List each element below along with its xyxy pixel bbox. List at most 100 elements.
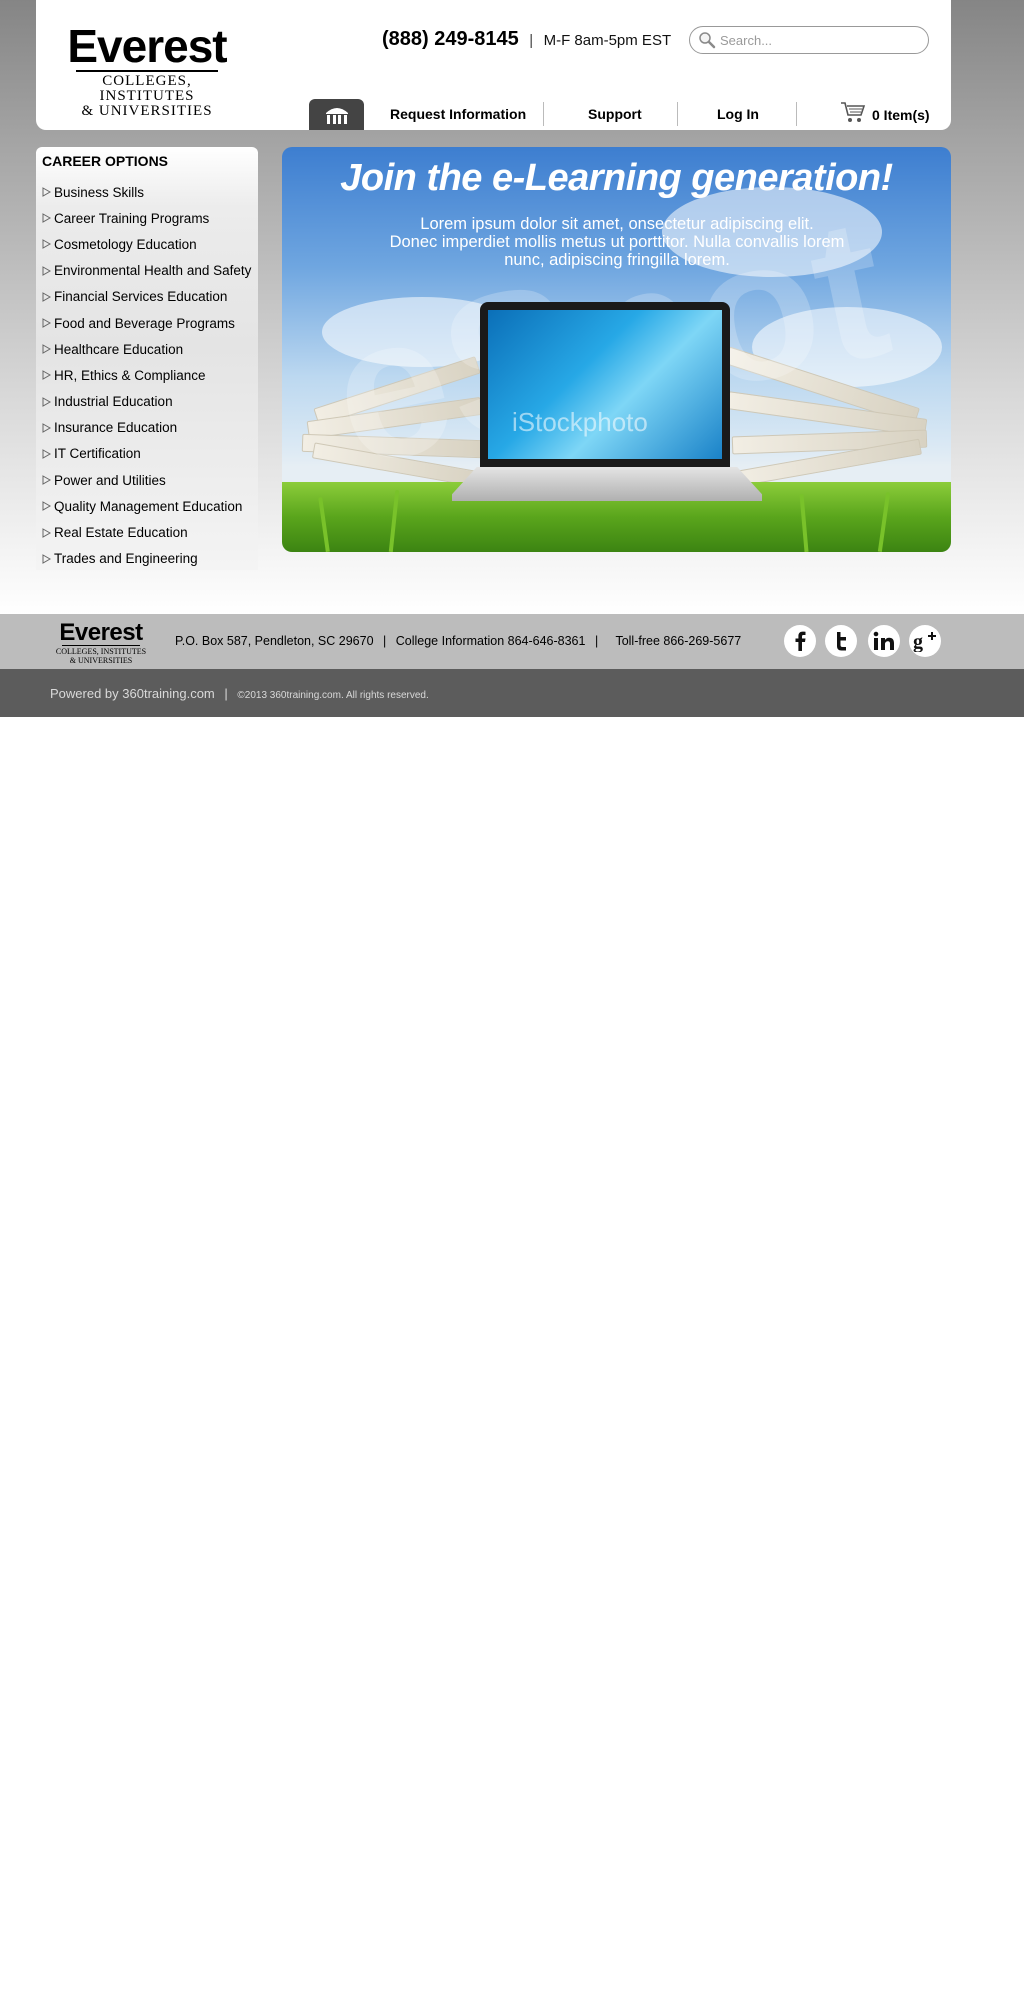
- separator: |: [383, 634, 387, 648]
- search-icon[interactable]: [698, 31, 716, 49]
- laptop-screen: [480, 302, 730, 467]
- sidebar-item[interactable]: Trades and Engineering: [42, 546, 251, 572]
- sidebar-item[interactable]: Industrial Education: [42, 389, 251, 415]
- phone-number[interactable]: (888) 249-8145: [382, 28, 519, 50]
- triangle-right-icon: [42, 344, 51, 355]
- triangle-right-icon: [42, 553, 51, 564]
- triangle-right-icon: [42, 213, 51, 224]
- triangle-right-icon: [42, 370, 51, 381]
- sidebar-item[interactable]: HR, Ethics & Compliance: [42, 362, 251, 388]
- triangle-right-icon: [42, 527, 51, 538]
- triangle-right-icon: [42, 239, 51, 250]
- triangle-right-icon: [42, 396, 51, 407]
- everest-logo[interactable]: Everest COLLEGES, INSTITUTES & UNIVERSIT…: [54, 20, 240, 119]
- sidebar-item-label: Healthcare Education: [54, 341, 184, 357]
- nav-support[interactable]: Support: [588, 106, 642, 122]
- footer-bar: Powered by 360training.com | ©2013 360tr…: [0, 669, 1024, 717]
- sidebar-item-label: Industrial Education: [54, 394, 173, 410]
- site-header: Everest COLLEGES, INSTITUTES & UNIVERSIT…: [36, 0, 951, 130]
- nav-log-in[interactable]: Log In: [717, 106, 759, 122]
- footer-address: P.O. Box 587, Pendleton, SC 29670: [175, 634, 374, 648]
- laptop-keyboard: [452, 467, 762, 501]
- triangle-right-icon: [42, 475, 51, 486]
- sidebar-item[interactable]: Healthcare Education: [42, 336, 251, 362]
- nav-divider: [543, 102, 544, 126]
- sidebar-item-label: Environmental Health and Safety: [54, 263, 252, 279]
- sidebar-item-label: HR, Ethics & Compliance: [54, 367, 206, 383]
- sidebar-item-label: Real Estate Education: [54, 525, 188, 541]
- sidebar-item-label: Quality Management Education: [54, 498, 243, 514]
- footer-logo-subtitle-line2: & UNIVERSITIES: [69, 656, 133, 665]
- sidebar-item[interactable]: IT Certification: [42, 441, 251, 467]
- banner-text-line: Donec imperdiet mollis metus ut porttito…: [389, 233, 845, 251]
- linkedin-icon[interactable]: [868, 625, 900, 657]
- sidebar-item-label: Trades and Engineering: [54, 551, 198, 567]
- nav-divider: [796, 102, 797, 126]
- google-plus-icon[interactable]: g: [909, 625, 941, 657]
- sidebar-item-label: Financial Services Education: [54, 289, 228, 305]
- footer-credits: Powered by 360training.com | ©2013 360tr…: [50, 686, 429, 701]
- triangle-right-icon: [42, 318, 51, 328]
- logo-subtitle-line2: & UNIVERSITIES: [81, 103, 213, 119]
- sidebar-item[interactable]: Insurance Education: [42, 415, 251, 441]
- banner-description: Lorem ipsum dolor sit amet, onsectetur a…: [352, 215, 882, 269]
- cart-item-count: 0 Item(s): [872, 107, 930, 123]
- footer-tollfree: Toll-free 866-269-5677: [615, 634, 742, 648]
- sidebar-item-label: Cosmetology Education: [54, 236, 197, 252]
- hero-banner[interactable]: eSpot iStockphoto Join the e-Learning ge…: [282, 147, 951, 552]
- facebook-icon[interactable]: [784, 625, 816, 657]
- sidebar-item[interactable]: Financial Services Education: [42, 284, 251, 310]
- triangle-right-icon: [42, 265, 51, 276]
- contact-info: (888) 249-8145 | M-F 8am-5pm EST: [382, 28, 671, 51]
- sidebar-item-label: Food and Beverage Programs: [54, 315, 235, 331]
- nav-home-button[interactable]: [309, 99, 364, 130]
- triangle-right-icon: [42, 501, 51, 512]
- footer-logo[interactable]: Everest COLLEGES, INSTITUTES & UNIVERSIT…: [48, 619, 154, 666]
- nav-request-information[interactable]: Request Information: [390, 106, 526, 122]
- sidebar-item[interactable]: Cosmetology Education: [42, 231, 251, 257]
- banner-text-line: Lorem ipsum dolor sit amet, onsectetur a…: [420, 215, 814, 233]
- sidebar-title: CAREER OPTIONS: [42, 153, 169, 169]
- banner-title: Join the e-Learning generation!: [340, 157, 893, 199]
- separator: |: [594, 634, 599, 648]
- powered-by-link[interactable]: Powered by 360training.com: [50, 686, 215, 701]
- sidebar-item[interactable]: Business Skills: [42, 179, 251, 205]
- sidebar-item[interactable]: Quality Management Education: [42, 493, 251, 519]
- career-options-list: Business Skills Career Training Programs C…: [42, 179, 251, 572]
- triangle-right-icon: [42, 449, 51, 459]
- sidebar-item[interactable]: Food and Beverage Programs: [42, 310, 251, 336]
- sidebar-item[interactable]: Power and Utilities: [42, 467, 251, 493]
- sidebar-item-label: Business Skills: [54, 184, 145, 200]
- sidebar-item-label: IT Certification: [54, 446, 141, 462]
- watermark: iStockphoto: [512, 407, 648, 437]
- cart-button[interactable]: 0 Item(s): [840, 100, 930, 124]
- copyright: ©2013 360training.com. All rights reserv…: [237, 690, 429, 701]
- search-box: [689, 26, 929, 54]
- career-options-sidebar: CAREER OPTIONS Business Skills Career Tra…: [36, 147, 258, 570]
- footer-logo-wordmark: Everest: [59, 619, 143, 646]
- twitter-icon[interactable]: [825, 625, 857, 657]
- sidebar-item[interactable]: Career Training Programs: [42, 205, 251, 231]
- nav-divider: [677, 102, 678, 126]
- svg-text:g: g: [913, 631, 923, 652]
- separator: |: [529, 32, 534, 49]
- sidebar-item[interactable]: Real Estate Education: [42, 519, 251, 545]
- footer-logo-subtitle-line1: COLLEGES, INSTITUTES: [55, 647, 147, 656]
- triangle-right-icon: [42, 187, 51, 197]
- sidebar-item[interactable]: Environmental Health and Safety: [42, 258, 251, 284]
- separator: |: [224, 686, 228, 701]
- banner-text-line: nunc, adipiscing fringilla lorem.: [504, 251, 730, 269]
- sidebar-item-label: Insurance Education: [54, 420, 178, 436]
- search-input[interactable]: [720, 30, 920, 50]
- footer-contact: P.O. Box 587, Pendleton, SC 29670 | Coll…: [175, 634, 741, 648]
- footer-college-info: College Information 864-646-8361: [395, 634, 586, 648]
- triangle-right-icon: [42, 422, 51, 433]
- footer: Everest COLLEGES, INSTITUTES & UNIVERSIT…: [0, 614, 1024, 669]
- cart-icon: [841, 102, 866, 122]
- office-hours: M-F 8am-5pm EST: [543, 32, 672, 49]
- storefront-icon: [325, 107, 348, 124]
- triangle-right-icon: [42, 291, 51, 302]
- sidebar-item-label: Power and Utilities: [54, 472, 166, 488]
- logo-wordmark: Everest: [67, 20, 227, 72]
- logo-subtitle-line1: COLLEGES, INSTITUTES: [99, 73, 195, 104]
